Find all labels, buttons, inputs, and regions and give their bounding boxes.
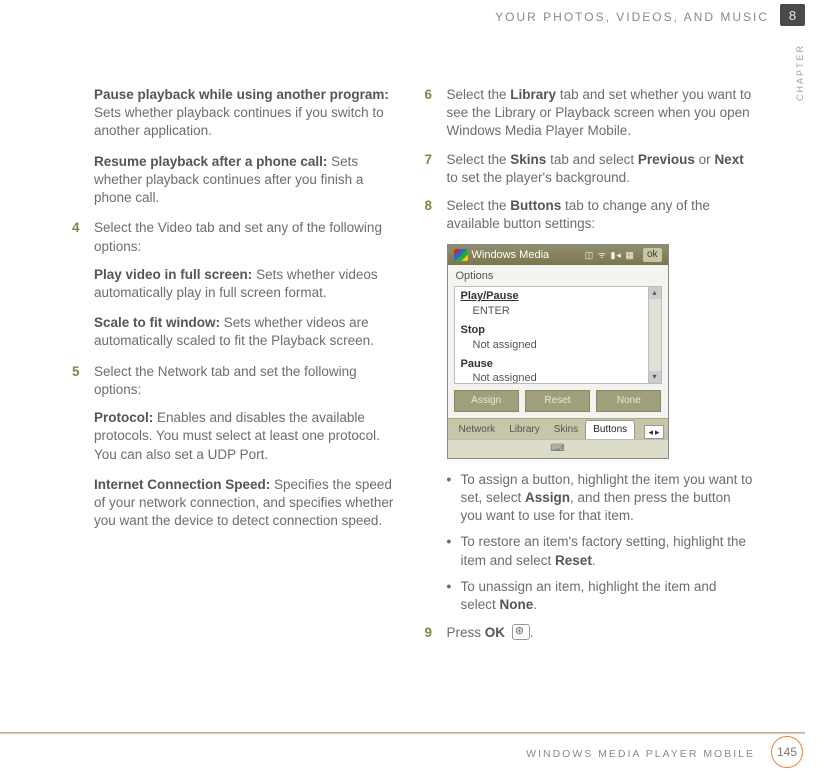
chevron-left-icon[interactable]: ◂ bbox=[648, 426, 653, 438]
bullet-text: To assign a button, highlight the item y… bbox=[461, 471, 754, 526]
bullet-text: To restore an item's factory setting, hi… bbox=[461, 533, 754, 569]
list-item[interactable]: Play/Pause bbox=[455, 287, 661, 304]
device-screenshot: Windows Media ◫ ᯤ ▮◂ ▦ ok Options Play/P… bbox=[447, 244, 669, 459]
bullet-dot-icon: • bbox=[447, 578, 461, 614]
list-item-assignment: ENTER bbox=[455, 304, 661, 321]
option-resume: Resume playback after a phone call: Sets… bbox=[94, 153, 401, 208]
step-number: 7 bbox=[425, 151, 447, 187]
tab-skins[interactable]: Skins bbox=[547, 421, 585, 439]
bullet-none: • To unassign an item, highlight the ite… bbox=[447, 578, 754, 614]
option-pause-playback: Pause playback while using another progr… bbox=[94, 86, 401, 141]
option-title: Pause playback while using another progr… bbox=[94, 87, 389, 102]
step-number: 6 bbox=[425, 86, 447, 141]
list-item-assignment: Not assigned bbox=[455, 371, 661, 384]
step-text: Select the Library tab and set whether y… bbox=[447, 86, 754, 141]
list-item[interactable]: Stop bbox=[455, 321, 661, 338]
assign-button[interactable]: Assign bbox=[454, 390, 519, 412]
step-7: 7 Select the Skins tab and select Previo… bbox=[425, 151, 754, 187]
ss-titlebar: Windows Media ◫ ᯤ ▮◂ ▦ ok bbox=[448, 245, 668, 266]
chapter-number-tab: 8 bbox=[780, 4, 805, 26]
ss-footer: ⌨ bbox=[448, 439, 668, 458]
tab-library[interactable]: Library bbox=[502, 421, 547, 439]
option-title: Resume playback after a phone call: bbox=[94, 154, 327, 169]
step-text: Select the Network tab and set the follo… bbox=[94, 363, 401, 399]
scroll-up-icon[interactable]: ▴ bbox=[649, 287, 661, 299]
step-number: 9 bbox=[425, 624, 447, 642]
step-6: 6 Select the Library tab and set whether… bbox=[425, 86, 754, 141]
bullet-reset: • To restore an item's factory setting, … bbox=[447, 533, 754, 569]
step-text: Press OK . bbox=[447, 624, 754, 642]
running-header: YOUR PHOTOS, VIDEOS, AND MUSIC bbox=[495, 10, 769, 24]
right-column: 6 Select the Library tab and set whether… bbox=[425, 86, 754, 712]
option-title: Play video in full screen: bbox=[94, 267, 252, 282]
bullet-text: To unassign an item, highlight the item … bbox=[461, 578, 754, 614]
ok-key-icon bbox=[512, 624, 530, 640]
option-title: Protocol: bbox=[94, 410, 153, 425]
step-number: 8 bbox=[425, 197, 447, 233]
ss-heading: Options bbox=[448, 265, 668, 286]
ss-button-row: Assign Reset None bbox=[448, 384, 668, 418]
footer-label: WINDOWS MEDIA PLAYER MOBILE bbox=[526, 748, 755, 760]
step-text: Select the Skins tab and select Previous… bbox=[447, 151, 754, 187]
option-connection-speed: Internet Connection Speed: Specifies the… bbox=[94, 476, 401, 531]
chapter-vertical-label: CHAPTER bbox=[795, 44, 805, 101]
step-text: Select the Buttons tab to change any of … bbox=[447, 197, 754, 233]
step-8: 8 Select the Buttons tab to change any o… bbox=[425, 197, 754, 233]
bullet-list: • To assign a button, highlight the item… bbox=[447, 471, 754, 615]
body-columns: Pause playback while using another progr… bbox=[72, 86, 753, 712]
ss-title-text: Windows Media bbox=[472, 248, 550, 263]
option-body: Sets whether playback continues if you s… bbox=[94, 105, 384, 138]
ss-tabstrip: Network Library Skins Buttons ◂▸ bbox=[448, 418, 668, 439]
left-column: Pause playback while using another progr… bbox=[72, 86, 401, 712]
option-play-full-screen: Play video in full screen: Sets whether … bbox=[94, 266, 401, 302]
step-number: 5 bbox=[72, 363, 94, 399]
ok-button[interactable]: ok bbox=[643, 248, 662, 262]
option-title: Internet Connection Speed: bbox=[94, 477, 270, 492]
step-5: 5 Select the Network tab and set the fol… bbox=[72, 363, 401, 399]
step-9: 9 Press OK . bbox=[425, 624, 754, 642]
tab-buttons[interactable]: Buttons bbox=[585, 420, 635, 439]
option-scale-to-fit: Scale to fit window: Sets whether videos… bbox=[94, 314, 401, 350]
tab-network[interactable]: Network bbox=[452, 421, 503, 439]
bullet-assign: • To assign a button, highlight the item… bbox=[447, 471, 754, 526]
footer-rule bbox=[0, 733, 805, 734]
step-number: 4 bbox=[72, 219, 94, 255]
list-item-assignment: Not assigned bbox=[455, 338, 661, 355]
chevron-right-icon[interactable]: ▸ bbox=[655, 426, 660, 438]
scroll-down-icon[interactable]: ▾ bbox=[649, 371, 661, 383]
list-item[interactable]: Pause bbox=[455, 355, 661, 372]
ss-list[interactable]: Play/Pause ENTER Stop Not assigned Pause… bbox=[454, 286, 662, 384]
start-flag-icon bbox=[454, 249, 468, 261]
step-text: Select the Video tab and set any of the … bbox=[94, 219, 401, 255]
keyboard-icon[interactable]: ⌨ bbox=[550, 442, 564, 456]
tab-scroll-nav[interactable]: ◂▸ bbox=[644, 425, 663, 439]
reset-button[interactable]: Reset bbox=[525, 390, 590, 412]
step-4: 4 Select the Video tab and set any of th… bbox=[72, 219, 401, 255]
option-protocol: Protocol: Enables and disables the avail… bbox=[94, 409, 401, 464]
page: YOUR PHOTOS, VIDEOS, AND MUSIC 8 CHAPTER… bbox=[0, 0, 825, 782]
scrollbar[interactable]: ▴ ▾ bbox=[648, 287, 661, 383]
bullet-dot-icon: • bbox=[447, 533, 461, 569]
status-icons: ◫ ᯤ ▮◂ ▦ bbox=[585, 249, 635, 261]
option-title: Scale to fit window: bbox=[94, 315, 220, 330]
none-button[interactable]: None bbox=[596, 390, 661, 412]
bullet-dot-icon: • bbox=[447, 471, 461, 526]
page-number: 145 bbox=[771, 736, 803, 768]
